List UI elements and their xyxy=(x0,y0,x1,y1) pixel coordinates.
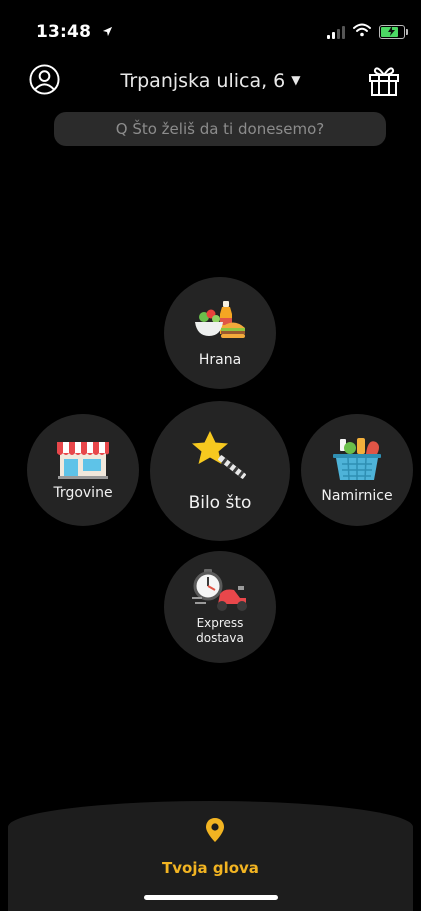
caret-down-icon: ▼ xyxy=(291,73,301,87)
home-indicator xyxy=(144,895,278,900)
status-indicators xyxy=(327,22,408,41)
category-namirnice[interactable]: Namirnice xyxy=(301,414,413,526)
category-trgovine[interactable]: Trgovine xyxy=(27,414,139,526)
express-delivery-icon xyxy=(192,569,247,611)
category-label: Bilo što xyxy=(188,493,252,513)
status-time: 13:48 xyxy=(36,22,113,42)
category-label: Express dostava xyxy=(196,616,244,645)
category-label: Hrana xyxy=(198,352,242,368)
category-label: Namirnice xyxy=(321,488,393,504)
category-express-dostava[interactable]: Express dostava xyxy=(164,551,276,663)
gift-button[interactable] xyxy=(367,63,401,97)
location-pin-icon[interactable] xyxy=(205,817,225,843)
magic-wand-icon xyxy=(192,431,247,479)
category-bilo-sto[interactable]: Bilo što xyxy=(150,401,290,541)
wifi-icon xyxy=(353,22,371,41)
address-text: Trpanjska ulica, 6 xyxy=(120,70,286,92)
food-icon xyxy=(195,301,245,338)
cellular-signal-icon xyxy=(327,25,345,39)
tab-tvoja-glova[interactable]: Tvoja glova xyxy=(0,859,421,877)
battery-charging-icon xyxy=(379,24,408,39)
address-selector[interactable]: Trpanjska ulica, 6 ▼ xyxy=(0,70,421,92)
gift-icon xyxy=(369,67,399,96)
category-hrana[interactable]: Hrana xyxy=(164,277,276,389)
category-label: Trgovine xyxy=(53,485,113,501)
location-arrow-icon xyxy=(102,22,113,42)
search-input[interactable]: Q Što želiš da ti donesemo? xyxy=(54,112,386,146)
grocery-basket-icon xyxy=(333,438,381,481)
app-screen: 13:48 Trpanjska ulica, 6 ▼ Q Što želiš d… xyxy=(0,0,421,911)
store-icon xyxy=(57,442,109,479)
